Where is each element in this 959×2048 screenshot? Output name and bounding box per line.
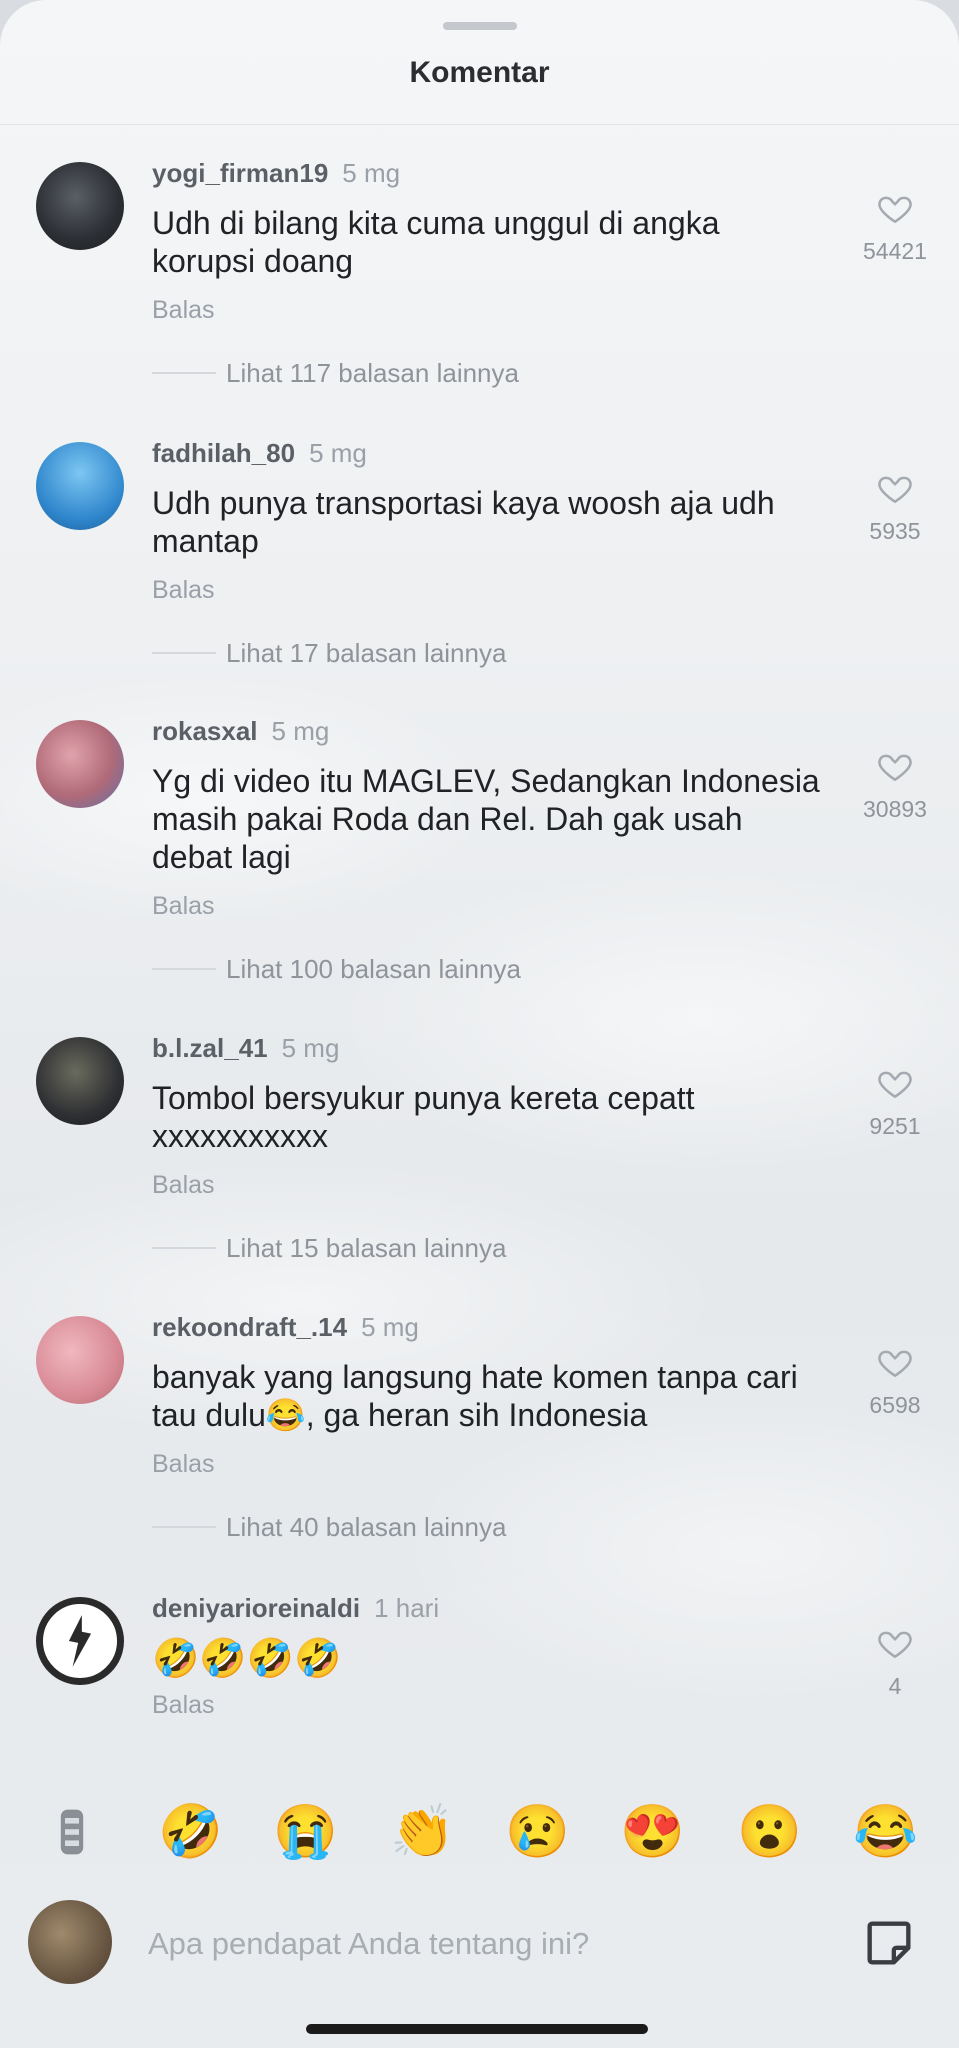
emoji-quick-bar: 🤣 😭 👏 😢 😍 😮 😂 — [0, 1800, 959, 1890]
avatar[interactable] — [36, 720, 124, 808]
heart-outline-icon — [878, 196, 912, 224]
view-replies-link[interactable]: Lihat 117 balasan lainnya — [226, 358, 519, 389]
comment-header: rekoondraft_.14 5 mg — [152, 1312, 419, 1343]
comment-text: Udh punya transportasi kaya woosh aja ud… — [152, 485, 775, 559]
emoji-crying[interactable]: 😢 — [505, 1800, 570, 1864]
comment-text: Tombol bersyukur punya kereta cepatt xxx… — [152, 1080, 695, 1154]
comment-time: 5 mg — [342, 158, 401, 188]
emoji-clapping[interactable]: 👏 — [390, 1800, 455, 1864]
avatar[interactable] — [36, 1597, 124, 1685]
comment-input-row — [0, 1900, 959, 1990]
comment-username[interactable]: yogi_firman19 — [152, 158, 328, 188]
reply-button[interactable]: Balas — [152, 1691, 215, 1720]
emoji-joy[interactable]: 😂 — [853, 1800, 918, 1864]
like-button[interactable]: 6598 — [852, 1344, 938, 1419]
like-count: 4 — [888, 1673, 902, 1699]
avatar[interactable] — [36, 1316, 124, 1404]
view-replies-link[interactable]: Lihat 15 balasan lainnya — [226, 1233, 506, 1264]
sheet-grabber-handle[interactable] — [443, 22, 517, 30]
comment-input[interactable] — [146, 1918, 830, 1970]
heart-outline-icon — [878, 1350, 912, 1378]
emoji-loudly-crying[interactable]: 😭 — [273, 1800, 338, 1864]
replies-divider — [152, 372, 216, 374]
heart-outline-icon — [878, 754, 912, 782]
comment-username[interactable]: fadhilah_80 — [152, 438, 295, 468]
gif-icon[interactable] — [40, 1800, 104, 1864]
like-count: 54421 — [863, 238, 927, 264]
replies-divider — [152, 652, 216, 654]
comment-username[interactable]: b.l.zal_41 — [152, 1033, 268, 1063]
emoji-rofl[interactable]: 🤣 — [158, 1800, 223, 1864]
like-button[interactable]: 30893 — [852, 748, 938, 823]
comment-username[interactable]: deniyarioreinaldi — [152, 1593, 360, 1623]
reply-button[interactable]: Balas — [152, 576, 215, 605]
reply-button[interactable]: Balas — [152, 1450, 215, 1479]
comment-header: b.l.zal_41 5 mg — [152, 1033, 339, 1064]
comment-text: Yg di video itu MAGLEV, Sedangkan Indone… — [152, 763, 820, 875]
view-replies-link[interactable]: Lihat 100 balasan lainnya — [226, 954, 521, 985]
comment-username[interactable]: rekoondraft_.14 — [152, 1312, 347, 1342]
comment-time: 1 hari — [374, 1593, 440, 1623]
home-indicator[interactable] — [306, 2024, 648, 2034]
comment-time: 5 mg — [361, 1312, 419, 1342]
reply-button[interactable]: Balas — [152, 1171, 215, 1200]
avatar[interactable] — [36, 1037, 124, 1125]
sticker-icon[interactable] — [860, 1914, 918, 1972]
comment-text: banyak yang langsung hate komen tanpa ca… — [152, 1359, 798, 1433]
comment-header: yogi_firman19 5 mg — [152, 158, 400, 189]
gif-glyph — [60, 1809, 84, 1855]
like-count: 9251 — [869, 1113, 921, 1139]
replies-divider — [152, 968, 216, 970]
emoji-heart-eyes[interactable]: 😍 — [620, 1800, 685, 1864]
heart-outline-icon — [878, 476, 912, 504]
comment-text: 🤣🤣🤣🤣 — [152, 1638, 342, 1680]
replies-divider — [152, 1526, 216, 1528]
comments-sheet: Komentar yogi_firman19 5 mg Udh di bilang… — [0, 0, 959, 2048]
like-button[interactable]: 54421 — [852, 190, 938, 265]
like-button[interactable]: 5935 — [852, 470, 938, 545]
comment-header: fadhilah_80 5 mg — [152, 438, 367, 469]
comment-time: 5 mg — [281, 1033, 340, 1063]
comment-header: deniyarioreinaldi 1 hari — [152, 1593, 439, 1624]
sheet-title: Komentar — [409, 56, 550, 89]
replies-divider — [152, 1247, 216, 1249]
header-divider — [0, 124, 959, 125]
comment-time: 5 mg — [271, 716, 330, 746]
emoji-astonished[interactable]: 😮 — [737, 1800, 802, 1864]
like-count: 30893 — [863, 796, 927, 822]
view-replies-link[interactable]: Lihat 17 balasan lainnya — [226, 638, 506, 669]
avatar[interactable] — [36, 162, 124, 250]
reply-button[interactable]: Balas — [152, 296, 215, 325]
avatar — [28, 1900, 112, 1984]
reply-button[interactable]: Balas — [152, 892, 215, 921]
comment-header: rokasxal 5 mg — [152, 716, 329, 747]
comment-text: Udh di bilang kita cuma unggul di angka … — [152, 205, 720, 279]
heart-outline-icon — [878, 1071, 912, 1099]
like-button[interactable]: 9251 — [852, 1065, 938, 1140]
avatar[interactable] — [36, 442, 124, 530]
view-replies-link[interactable]: Lihat 40 balasan lainnya — [226, 1512, 506, 1543]
comment-time: 5 mg — [309, 438, 367, 468]
heart-outline-icon — [878, 1631, 912, 1659]
comment-username[interactable]: rokasxal — [152, 716, 258, 746]
like-count: 5935 — [869, 518, 921, 544]
logo-icon — [68, 1615, 92, 1667]
like-count: 6598 — [869, 1392, 921, 1418]
like-button[interactable]: 4 — [852, 1625, 938, 1700]
